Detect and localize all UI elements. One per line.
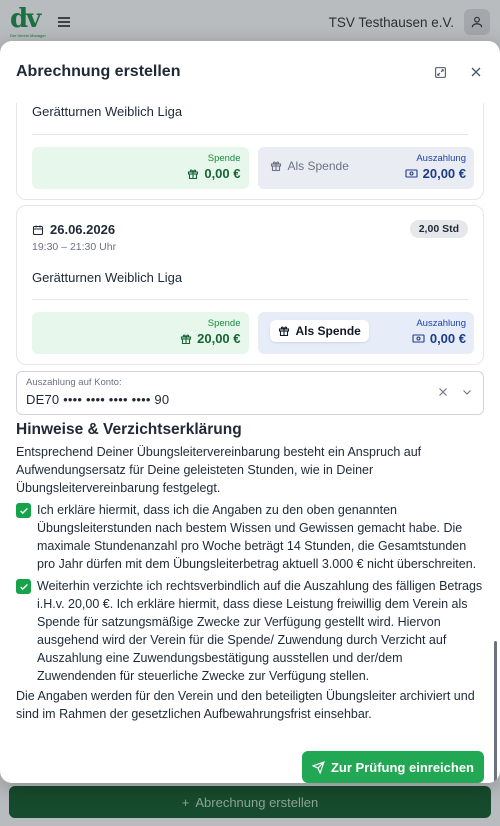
account-value: DE70 •••• •••• •••• •••• 90 [26,392,170,407]
gift-icon [278,326,289,337]
expand-icon[interactable] [432,64,448,80]
auszahlung-value: 20,00 € [422,166,466,181]
entries-list[interactable]: Gerätturnen Weiblich Liga Spende 0,00 € … [0,103,500,373]
spende-label: Spende [207,153,241,164]
gift-icon [270,161,281,172]
modal-title: Abrechnung erstellen [16,63,181,80]
hours-badge: 2,00 Std [409,220,468,238]
logo-text: dv [10,4,41,34]
entry-card: 26.06.2026 19:30 – 21:30 Uhr 2,00 Std Ge… [16,205,484,365]
confirmation-check-1[interactable]: Ich erkläre hiermit, dass ich die Angabe… [16,501,484,573]
auszahlung-label: Auszahlung [416,318,466,329]
close-icon[interactable] [468,64,484,80]
submit-label: Zur Prüfung einreichen [330,759,474,775]
gift-icon [188,169,199,179]
checkbox-checked-icon[interactable] [16,503,31,518]
payout-account-select[interactable]: Auszahlung auf Konto: DE70 •••• •••• •••… [16,371,484,415]
clear-icon[interactable] [437,386,449,398]
calendar-icon [32,225,44,235]
plus-icon: + [181,794,190,810]
spende-box: Spende 20,00 € [32,312,249,354]
auszahlung-label: Auszahlung [416,153,466,164]
als-spende-label: Als Spende [287,159,349,173]
notes-outro: Die Angaben werden für den Verein und de… [16,689,475,721]
check-1-text: Ich erkläre hiermit, dass ich die Angabe… [37,503,477,571]
user-icon[interactable] [464,9,490,35]
spende-value: 0,00 € [204,166,241,181]
entry-date: 26.06.2026 [50,222,116,237]
settlement-modal: Abrechnung erstellen Gerätturnen Weiblic… [0,41,500,783]
check-2-text: Weiterhin verzichte ich rechtsverbindlic… [37,579,483,683]
account-label: Auszahlung auf Konto: [26,377,122,388]
notes-intro: Entsprechend Deiner Übungsleitervereinba… [16,445,422,495]
notes-title: Hinweise & Verzichtserklärung [16,421,242,438]
spende-label: Spende [207,318,241,329]
scrollbar[interactable] [494,641,497,783]
spende-value: 20,00 € [197,331,241,346]
entry-time: 19:30 – 21:30 Uhr [32,241,117,253]
als-spende-button[interactable]: Als Spende [270,159,349,173]
auszahlung-value: 0,00 € [429,331,466,346]
spende-box: Spende 0,00 € [32,147,249,189]
entry-card: Gerätturnen Weiblich Liga Spende 0,00 € … [16,103,484,200]
chevron-down-icon[interactable] [461,386,473,398]
als-spende-button[interactable]: Als Spende [269,320,369,342]
logo[interactable]: dv Der Verein Manager [10,4,46,38]
auszahlung-box: Als Spende Auszahlung 0,00 € [257,312,474,354]
checkbox-checked-icon[interactable] [16,579,31,594]
create-settlement-button[interactable]: + Abrechnung erstellen [9,786,491,818]
course-name: Gerätturnen Weiblich Liga [32,270,183,285]
banknote-icon [412,334,425,343]
gift-icon [181,334,192,344]
logo-subtitle: Der Verein Manager [10,33,46,38]
send-icon [311,760,325,774]
menu-icon[interactable] [58,15,70,30]
confirmation-check-2[interactable]: Weiterhin verzichte ich rechtsverbindlic… [16,577,484,685]
banknote-icon [405,169,418,178]
club-name: TSV Testhausen e.V. [328,14,454,30]
course-name: Gerätturnen Weiblich Liga [32,104,183,119]
submit-for-review-button[interactable]: Zur Prüfung einreichen [301,751,484,783]
als-spende-label: Als Spende [295,324,361,338]
modal-header: Abrechnung erstellen [0,41,500,103]
notes-section: Hinweise & Verzichtserklärung Entspreche… [16,421,484,723]
create-settlement-label: Abrechnung erstellen [195,794,319,810]
top-bar: dv Der Verein Manager TSV Testhausen e.V… [0,0,500,44]
auszahlung-box: Als Spende Auszahlung 20,00 € [257,147,474,189]
